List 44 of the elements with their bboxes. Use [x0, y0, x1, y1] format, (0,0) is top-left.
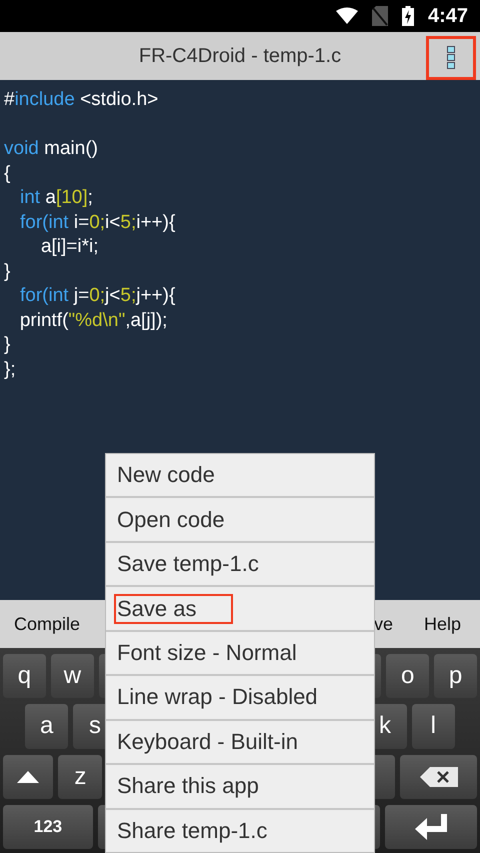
code-line: printf("%d\n",a[j]); [18, 308, 168, 332]
code-line: } [4, 260, 12, 284]
code-line: }; [4, 358, 17, 382]
keyboard-key[interactable]: o [386, 654, 430, 698]
menu-item[interactable]: Open code [106, 496, 374, 541]
menu-item[interactable]: Font size - Normal [106, 630, 374, 674]
enter-key[interactable] [384, 804, 477, 849]
keyboard-key[interactable]: 123 [3, 804, 93, 849]
enter-icon [414, 814, 447, 840]
menu-item[interactable]: Line wrap - Disabled [106, 674, 374, 719]
code-line: #include <stdio.h> [4, 88, 160, 112]
keyboard-key[interactable]: l [412, 704, 455, 748]
menu-item[interactable]: Save as [106, 585, 374, 630]
menu-item[interactable]: Keyboard - Built-in [106, 718, 374, 764]
keyboard-key[interactable]: q [3, 654, 46, 698]
keyboard-key[interactable]: z [58, 754, 102, 799]
code-line: void main() [4, 137, 99, 161]
overflow-menu-button[interactable] [426, 36, 476, 80]
backspace-icon [420, 766, 458, 787]
clock: 4:47 [428, 4, 468, 28]
shift-icon [17, 770, 40, 783]
code-line: int a[10]; [19, 186, 94, 210]
toolbar-button[interactable]: Compile [14, 614, 80, 634]
toolbar-button[interactable]: Help [424, 614, 461, 634]
window-title: FR-C4Droid - temp-1.c [138, 44, 342, 68]
no-sim-icon [372, 6, 388, 26]
battery-charging-icon [402, 6, 414, 26]
menu-item[interactable]: New code [106, 454, 374, 496]
code-line: a[i]=i*i; [40, 235, 100, 259]
menu-item[interactable]: Share temp-1.c [106, 808, 374, 852]
toolbar-button[interactable]: ve [374, 614, 393, 634]
shift-key[interactable] [3, 754, 54, 799]
keyboard-key[interactable]: p [434, 654, 478, 698]
wifi-icon [336, 7, 358, 25]
code-line: for(int j=0;j<5;j++){ [19, 284, 176, 308]
menu-item[interactable]: Save temp-1.c [106, 540, 374, 586]
menu-icon [447, 46, 455, 70]
code-line: } [4, 333, 12, 357]
menu-item[interactable]: Share this app [106, 763, 374, 808]
keyboard-key[interactable]: a [25, 704, 68, 748]
keyboard-key[interactable]: w [50, 654, 94, 698]
code-line: for(int i=0;i<5;i++){ [19, 210, 176, 234]
code-line: { [4, 162, 12, 186]
backspace-key[interactable] [400, 754, 478, 799]
